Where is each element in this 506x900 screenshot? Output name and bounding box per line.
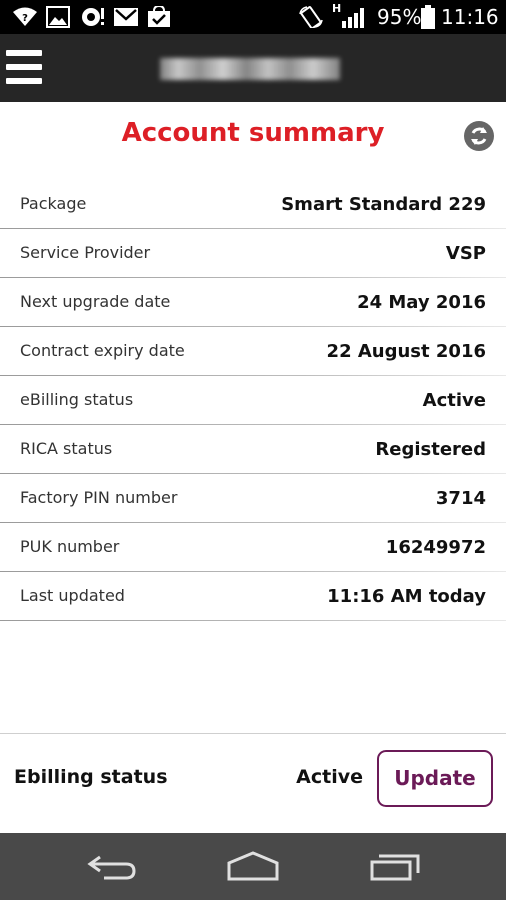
list-item-ebilling-status: eBilling status Active bbox=[0, 376, 506, 425]
blurred-logo bbox=[160, 58, 340, 80]
row-value: 22 August 2016 bbox=[326, 341, 486, 362]
svg-text:?: ? bbox=[22, 13, 28, 24]
row-value: Registered bbox=[375, 439, 486, 460]
row-label: Last updated bbox=[20, 586, 125, 605]
row-label: Contract expiry date bbox=[20, 341, 185, 360]
divider bbox=[0, 620, 506, 621]
list-item-package: Package Smart Standard 229 bbox=[0, 180, 506, 229]
list-item-factory-pin: Factory PIN number 3714 bbox=[0, 474, 506, 523]
screen-rotation-icon bbox=[299, 6, 323, 28]
list-item-puk-number: PUK number 16249972 bbox=[0, 523, 506, 572]
status-bar: ? H 95% 11:16 bbox=[0, 0, 506, 34]
recent-apps-icon[interactable] bbox=[370, 851, 424, 881]
row-value: Active bbox=[422, 390, 486, 411]
row-value: 24 May 2016 bbox=[357, 292, 486, 313]
ebilling-status-value: Active bbox=[296, 766, 363, 788]
row-label: Next upgrade date bbox=[20, 292, 171, 311]
list-item-contract-expiry-date: Contract expiry date 22 August 2016 bbox=[0, 327, 506, 376]
row-label: Service Provider bbox=[20, 243, 151, 262]
shopping-bag-icon bbox=[148, 6, 170, 27]
update-button[interactable]: Update bbox=[377, 750, 493, 807]
navigation-bar bbox=[0, 833, 506, 900]
row-value: Smart Standard 229 bbox=[281, 194, 486, 215]
battery-icon bbox=[421, 5, 435, 29]
list-item-rica-status: RICA status Registered bbox=[0, 425, 506, 474]
home-icon[interactable] bbox=[226, 851, 280, 881]
row-value: VSP bbox=[445, 243, 486, 264]
ebilling-panel: Ebilling status Active Update bbox=[0, 733, 506, 834]
row-value: 16249972 bbox=[385, 537, 486, 558]
row-label: PUK number bbox=[20, 537, 120, 556]
wifi-question-icon: ? bbox=[13, 7, 37, 26]
row-label: RICA status bbox=[20, 439, 113, 458]
page-title: Account summary bbox=[121, 118, 385, 148]
hamburger-menu-icon[interactable] bbox=[6, 50, 42, 86]
row-label: Package bbox=[20, 194, 87, 213]
row-label: Factory PIN number bbox=[20, 488, 178, 507]
sync-alert-icon bbox=[82, 8, 104, 26]
clock: 11:16 bbox=[441, 5, 499, 29]
network-type-label: H bbox=[332, 2, 342, 15]
battery-percent: 95% bbox=[377, 5, 422, 29]
list-item-last-updated: Last updated 11:16 AM today bbox=[0, 572, 506, 621]
list-item-service-provider: Service Provider VSP bbox=[0, 229, 506, 278]
gmail-icon bbox=[114, 8, 138, 26]
row-value: 3714 bbox=[435, 488, 486, 509]
image-icon bbox=[46, 6, 70, 28]
ebilling-label: Ebilling status bbox=[14, 766, 168, 788]
refresh-icon[interactable] bbox=[464, 121, 494, 151]
row-label: eBilling status bbox=[20, 390, 134, 409]
list-item-next-upgrade-date: Next upgrade date 24 May 2016 bbox=[0, 278, 506, 327]
signal-icon bbox=[342, 8, 364, 28]
back-icon[interactable] bbox=[86, 851, 138, 881]
row-value: 11:16 AM today bbox=[327, 586, 486, 607]
